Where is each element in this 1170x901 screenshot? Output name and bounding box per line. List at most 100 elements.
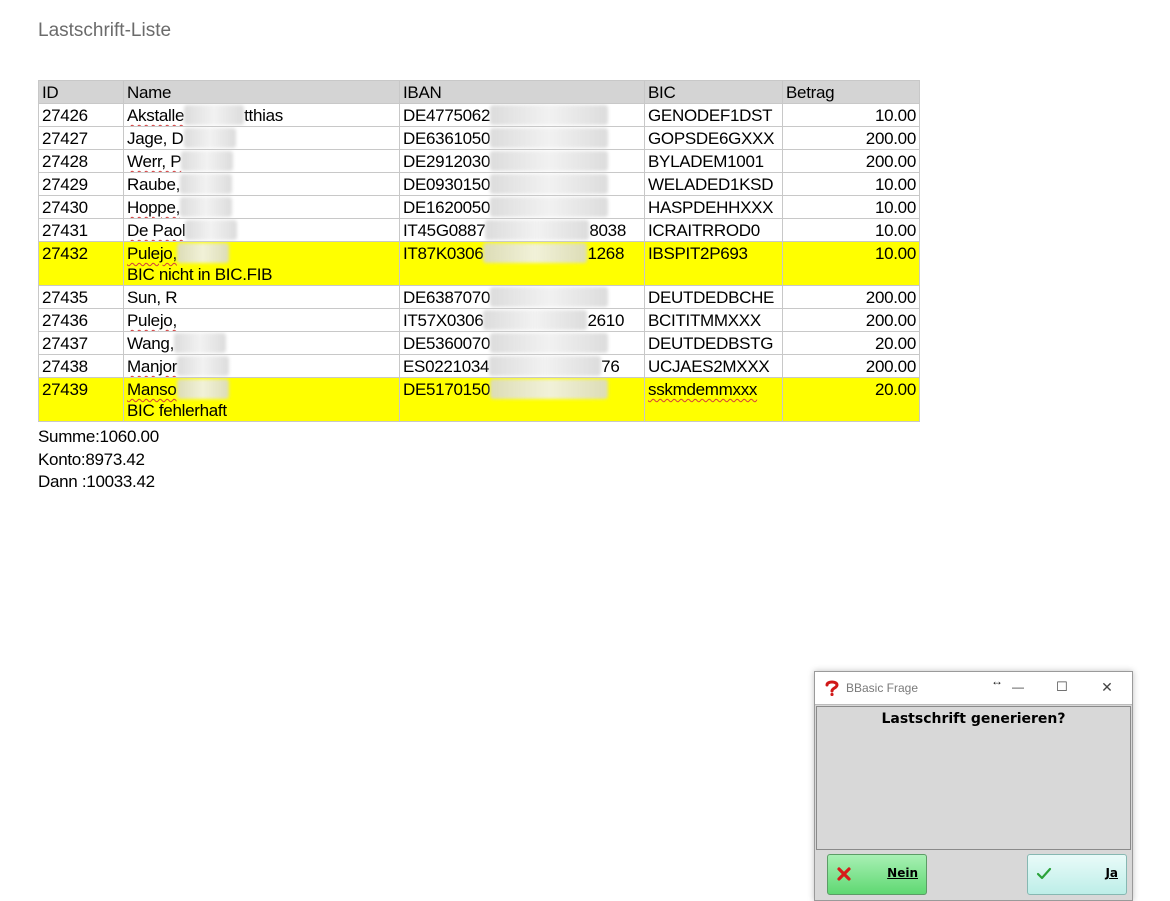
cell-id: 27430 [38, 195, 124, 219]
name-visible: Sun, R [127, 288, 178, 307]
redacted-name [185, 220, 238, 240]
cell-iban: DE0930150 [399, 172, 645, 196]
table-row: 27430 Hoppe, DE1620050 HASPDEHHXXX 10.00 [38, 195, 920, 219]
cell-name: Akstalle tthias [123, 103, 400, 127]
summary-sum: Summe:1060.00 [38, 427, 159, 446]
name-visible: Akstalle [127, 106, 185, 125]
cell-amount: 10.00 [782, 172, 920, 196]
cell-bic: DEUTDEDBSTG [644, 331, 783, 355]
cell-name: Wang, [123, 331, 400, 355]
redacted-name [181, 151, 234, 171]
name-visible: De Paol [127, 221, 186, 240]
cell-bic: BYLADEM1001 [644, 149, 783, 173]
cell-name: Hoppe, [123, 195, 400, 219]
no-button-label: Nein [887, 866, 918, 880]
cell-amount: 10.00 [782, 103, 920, 127]
table-row: 27439 Manso BIC fehlerhaft DE5170150 sskmdem… [38, 377, 920, 422]
cell-iban: DE5360070 [399, 331, 645, 355]
row-error-message: BIC fehlerhaft [127, 401, 227, 420]
iban-visible: DE2912030 [403, 152, 491, 171]
cell-bic: GENODEF1DST [644, 103, 783, 127]
cell-id: 27428 [38, 149, 124, 173]
table-body: 27426 Akstalle tthias DE4775062 GENODEF1DST 1… [38, 103, 920, 422]
cell-iban: IT87K0306 1268 [399, 241, 645, 286]
cell-name: Pulejo, BIC nicht in BIC.FIB [123, 241, 400, 286]
table-row: 27435 Sun, R DE6387070 DEUTDEDBCHE 200.00 [38, 285, 920, 309]
cell-amount: 200.00 [782, 285, 920, 309]
table-row: 27429 Raube, DE0930150 WELADED1KSD 10.00 [38, 172, 920, 196]
table-row: 27436 Pulejo, IT57X0306 2610 BCITITMMXXX 200.… [38, 308, 920, 332]
cell-bic: ICRAITRROD0 [644, 218, 783, 242]
table-row: 27438 Manjor ES0221034 76 UCJAES2MXXX 200.00 [38, 354, 920, 378]
cell-amount: 200.00 [782, 308, 920, 332]
direct-debit-table: ID Name IBAN BIC Betrag 27426 Akstalle tth… [38, 80, 920, 422]
cell-id: 27432 [38, 241, 124, 286]
cell-bic: WELADED1KSD [644, 172, 783, 196]
cell-id: 27435 [38, 285, 124, 309]
redacted-name [176, 243, 229, 263]
dialog-titlebar[interactable]: BBasic Frage ↔ — ☐ ✕ [815, 672, 1132, 705]
iban-tail: 8038 [589, 221, 626, 240]
checkmark-icon [1036, 866, 1052, 882]
dialog-question: Lastschrift generieren? [881, 711, 1066, 727]
cell-bic: GOPSDE6GXXX [644, 126, 783, 150]
cell-id: 27438 [38, 354, 124, 378]
cell-iban: DE2912030 [399, 149, 645, 173]
name-visible: Pulejo, [127, 311, 177, 330]
redacted-iban [489, 356, 602, 376]
name-visible: Werr, P [127, 152, 182, 171]
redacted-name [174, 333, 227, 353]
yes-button-label: Ja [1105, 866, 1118, 880]
summary-then: Dann :10033.42 [38, 472, 155, 491]
cell-id: 27436 [38, 308, 124, 332]
maximize-button[interactable]: ☐ [1047, 676, 1077, 698]
name-tail: tthias [244, 106, 283, 125]
iban-visible: DE6361050 [403, 129, 491, 148]
dialog-title: BBasic Frage [846, 681, 919, 695]
name-visible: Jage, D [127, 129, 184, 148]
cell-name: Raube, [123, 172, 400, 196]
cell-name: Manso BIC fehlerhaft [123, 377, 400, 422]
cell-iban: IT45G0887 8038 [399, 218, 645, 242]
redacted-iban [490, 105, 609, 125]
redacted-name [176, 379, 229, 399]
cell-amount: 10.00 [782, 218, 920, 242]
cell-id: 27431 [38, 218, 124, 242]
redacted-name [177, 356, 230, 376]
redacted-name [183, 128, 236, 148]
cell-bic: DEUTDEDBCHE [644, 285, 783, 309]
iban-tail: 1268 [587, 244, 625, 263]
iban-visible: IT87K0306 [403, 244, 484, 263]
name-visible: Manso [127, 380, 177, 399]
table-row: 27431 De Paol IT45G0887 8038 ICRAITRROD0 10.0… [38, 218, 920, 242]
iban-visible: ES0221034 [403, 357, 490, 376]
cell-bic: IBSPIT2P693 [644, 241, 783, 286]
cell-name: Manjor [123, 354, 400, 378]
cell-iban: DE5170150 [399, 377, 645, 422]
table-header-row: ID Name IBAN BIC Betrag [38, 80, 920, 104]
column-header-id: ID [38, 80, 124, 104]
summary-account: Konto:8973.42 [38, 449, 145, 469]
name-visible: Raube, [127, 175, 181, 194]
cell-amount: 10.00 [782, 241, 920, 286]
cell-bic: HASPDEHHXXX [644, 195, 783, 219]
redacted-iban [490, 197, 609, 217]
iban-visible: DE0930150 [403, 175, 491, 194]
close-button[interactable]: ✕ [1092, 676, 1122, 698]
iban-visible: IT45G0887 [403, 221, 486, 240]
question-dialog: BBasic Frage ↔ — ☐ ✕ Lastschrift generie… [814, 671, 1133, 901]
minimize-button[interactable]: — [1003, 676, 1033, 698]
cell-iban: DE6361050 [399, 126, 645, 150]
cell-id: 27439 [38, 377, 124, 422]
name-visible: Pulejo, [127, 244, 177, 263]
cell-name: Sun, R [123, 285, 400, 309]
yes-button[interactable]: Ja [1027, 854, 1127, 895]
cell-id: 27426 [38, 103, 124, 127]
no-button[interactable]: Nein [827, 854, 927, 895]
name-visible: Hoppe, [127, 198, 181, 217]
iban-visible: DE5360070 [403, 334, 491, 353]
iban-tail: 2610 [587, 311, 625, 330]
table-row: 27428 Werr, P DE2912030 BYLADEM1001 200.00 [38, 149, 920, 173]
table-row: 27427 Jage, D DE6361050 GOPSDE6GXXX 200.00 [38, 126, 920, 150]
redacted-name [184, 105, 245, 125]
